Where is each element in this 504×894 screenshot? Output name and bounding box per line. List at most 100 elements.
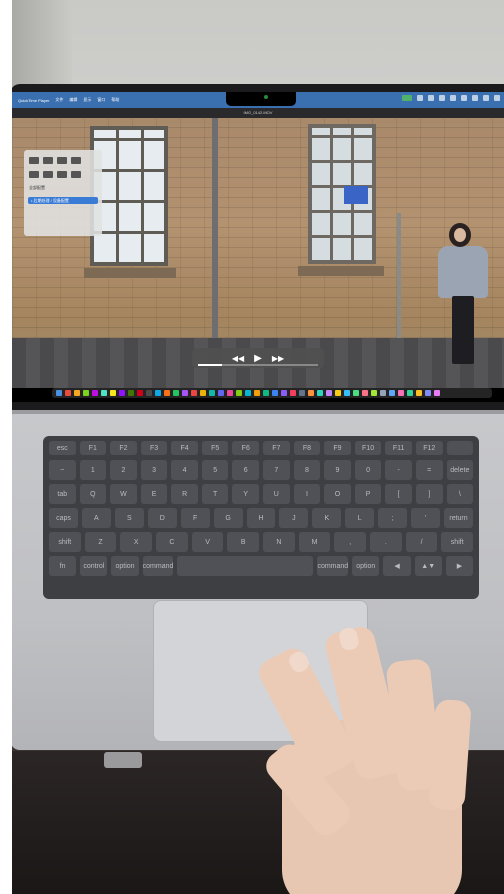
dock-app-icon[interactable] [236, 390, 242, 396]
keyboard-key[interactable]: V [191, 532, 224, 552]
menu-app-name[interactable]: QuickTime Player [18, 98, 49, 103]
dock-app-icon[interactable] [83, 390, 89, 396]
keyboard-key[interactable]: F6 [232, 441, 260, 455]
keyboard-key[interactable]: ▲▼ [414, 556, 442, 576]
keyboard-key[interactable]: 7 [263, 460, 290, 480]
keyboard-key[interactable]: 2 [110, 460, 137, 480]
keyboard-key[interactable]: F1 [79, 441, 107, 455]
status-icon[interactable] [450, 95, 456, 101]
keyboard-key[interactable]: return [444, 508, 473, 528]
dock-app-icon[interactable] [344, 390, 350, 396]
menu-item[interactable]: 编辑 [69, 97, 77, 103]
control-center-icon[interactable] [494, 95, 500, 101]
keyboard-key[interactable]: command [142, 556, 174, 576]
dock-app-icon[interactable] [209, 390, 215, 396]
keyboard-key[interactable]: ◀ [383, 556, 411, 576]
keyboard-key[interactable]: option [352, 556, 380, 576]
keyboard-key[interactable]: P [354, 484, 382, 504]
keyboard-key[interactable]: Y [232, 484, 260, 504]
keyboard-key[interactable]: , [334, 532, 367, 552]
dock-app-icon[interactable] [353, 390, 359, 396]
dock-app-icon[interactable] [281, 390, 287, 396]
dock-app-icon[interactable] [128, 390, 134, 396]
keyboard-key[interactable]: = [415, 460, 443, 480]
layout-icon[interactable] [57, 171, 67, 178]
layout-icon[interactable] [43, 157, 53, 164]
keyboard-key[interactable]: . [370, 532, 402, 552]
dock-app-icon[interactable] [398, 390, 404, 396]
keyboard-key[interactable]: 1 [79, 460, 107, 480]
dock-app-icon[interactable] [119, 390, 125, 396]
dock-app-icon[interactable] [182, 390, 188, 396]
keyboard-key[interactable]: H [246, 508, 276, 528]
status-icon[interactable] [428, 95, 434, 101]
dock-app-icon[interactable] [191, 390, 197, 396]
keyboard-key[interactable]: X [120, 532, 153, 552]
keyboard-key[interactable]: F2 [110, 441, 137, 455]
keyboard-key[interactable]: F12 [415, 441, 443, 455]
keyboard-key[interactable]: M [298, 532, 331, 552]
keyboard-key[interactable]: I [293, 484, 321, 504]
keyboard-key[interactable]: - [385, 460, 412, 480]
play-button[interactable]: ▶ [254, 353, 262, 364]
keyboard-key[interactable]: T [201, 484, 229, 504]
keyboard-key[interactable] [446, 441, 474, 455]
dock-app-icon[interactable] [335, 390, 341, 396]
status-icon[interactable] [439, 95, 445, 101]
dock-app-icon[interactable] [227, 390, 233, 396]
dock-app-icon[interactable] [146, 390, 152, 396]
menu-item[interactable]: 窗口 [97, 97, 105, 103]
keyboard-key[interactable]: ' [411, 508, 441, 528]
keyboard-key[interactable]: / [405, 532, 438, 552]
keyboard-key[interactable]: ; [378, 508, 408, 528]
keyboard-key[interactable]: Q [79, 484, 107, 504]
dock-app-icon[interactable] [110, 390, 116, 396]
dock-app-icon[interactable] [155, 390, 161, 396]
keyboard-key[interactable]: F3 [140, 441, 168, 455]
menu-item[interactable]: 显示 [83, 97, 91, 103]
dock-app-icon[interactable] [173, 390, 179, 396]
dock-app-icon[interactable] [65, 390, 71, 396]
dock-app-icon[interactable] [137, 390, 143, 396]
keyboard-key[interactable]: F [180, 508, 210, 528]
keyboard-key[interactable]: K [312, 508, 342, 528]
keyboard-key[interactable]: F4 [171, 441, 198, 455]
layout-icon[interactable] [43, 171, 53, 178]
keyboard-key[interactable]: 9 [324, 460, 351, 480]
keyboard-key[interactable]: W [110, 484, 137, 504]
dock-app-icon[interactable] [362, 390, 368, 396]
dock-app-icon[interactable] [272, 390, 278, 396]
keyboard-key[interactable]: G [213, 508, 243, 528]
keyboard-key[interactable]: ▶ [445, 556, 474, 576]
search-icon[interactable] [483, 95, 489, 101]
dock-app-icon[interactable] [299, 390, 305, 396]
dock-app-icon[interactable] [92, 390, 98, 396]
battery-icon[interactable] [472, 95, 478, 101]
keyboard-key[interactable]: F8 [293, 441, 321, 455]
keyboard-key[interactable]: [ [385, 484, 412, 504]
dock-app-icon[interactable] [263, 390, 269, 396]
layout-icon[interactable] [71, 171, 81, 178]
dock-app-icon[interactable] [245, 390, 251, 396]
dock-app-icon[interactable] [218, 390, 224, 396]
dock-app-icon[interactable] [74, 390, 80, 396]
keyboard-key[interactable]: control [80, 556, 108, 576]
dock-app-icon[interactable] [425, 390, 431, 396]
menu-item[interactable]: 文件 [55, 97, 63, 103]
keyboard-key[interactable]: 0 [354, 460, 382, 480]
dock-app-icon[interactable] [434, 390, 440, 396]
dock-app-icon[interactable] [290, 390, 296, 396]
layout-icon[interactable] [29, 171, 39, 178]
keyboard-key[interactable]: C [156, 532, 188, 552]
dock-app-icon[interactable] [200, 390, 206, 396]
keyboard-key[interactable]: ~ [49, 460, 76, 480]
keyboard-key[interactable]: 5 [201, 460, 229, 480]
dock-app-icon[interactable] [308, 390, 314, 396]
keyboard-key[interactable]: S [114, 508, 144, 528]
menu-item[interactable]: 帮助 [111, 97, 119, 103]
keyboard-key[interactable]: delete [446, 460, 474, 480]
keyboard-key[interactable]: J [279, 508, 309, 528]
keyboard-key[interactable] [177, 556, 314, 576]
dock-app-icon[interactable] [164, 390, 170, 396]
keyboard-key[interactable]: 4 [171, 460, 198, 480]
